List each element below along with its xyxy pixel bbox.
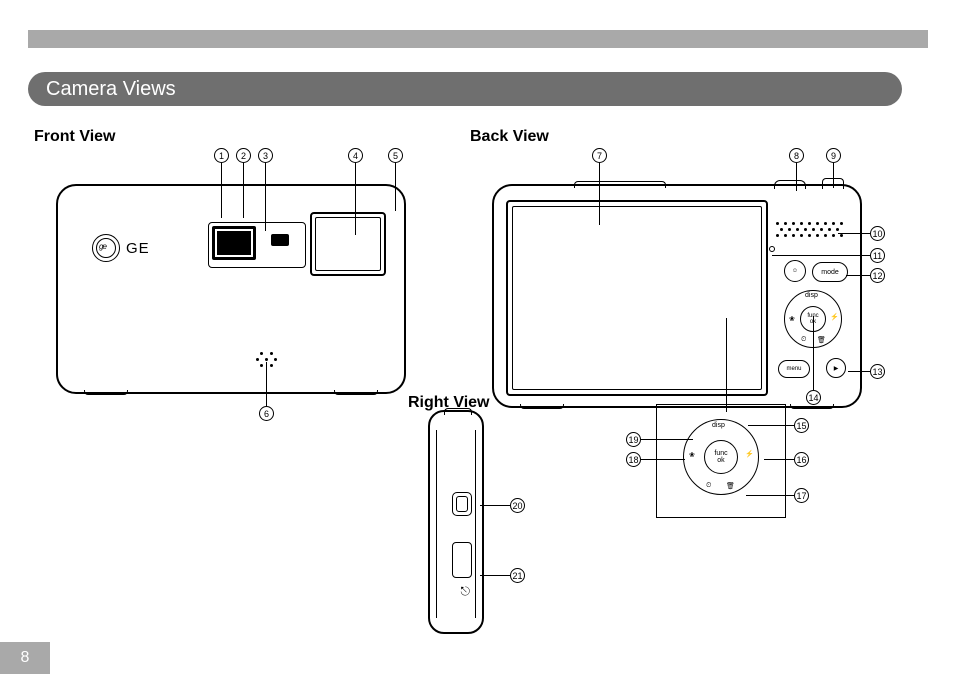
foot-left xyxy=(84,390,128,395)
flash-icon: ⚡ xyxy=(830,313,839,321)
callout-7: 7 xyxy=(592,148,607,225)
callout-16: 16 xyxy=(764,452,809,467)
callout-15: 15 xyxy=(748,418,809,433)
macro-icon: ❀ xyxy=(789,315,795,323)
disp-label-d: disp xyxy=(712,422,725,429)
disp-label: disp xyxy=(805,292,818,299)
face-detect-button: ☺ xyxy=(784,260,806,282)
top-ridge xyxy=(574,181,666,188)
page-number: 8 xyxy=(0,642,50,674)
callout-11: 11 xyxy=(772,248,885,263)
callout-20: 20 xyxy=(480,498,525,513)
port-cover xyxy=(452,542,472,578)
brand-text: GE xyxy=(126,240,150,257)
callout-6: 6 xyxy=(259,362,274,421)
foot-right xyxy=(334,390,378,395)
callout-21: 21 xyxy=(480,568,525,583)
flash-window xyxy=(212,226,256,260)
delete-icon-d: 🗑 xyxy=(726,482,735,490)
face-icon: ☺ xyxy=(792,268,798,274)
menu-label: menu xyxy=(786,366,801,372)
callout-17: 17 xyxy=(746,488,809,503)
back-view-diagram: ☺ mode func ok disp ⚡ ❀ ⏲ 🗑 menu ▶ xyxy=(468,148,898,428)
playback-icon: ▶ xyxy=(834,365,839,372)
speaker-grille xyxy=(776,222,846,248)
header-divider xyxy=(28,30,928,48)
camera-right-body: ⎋ xyxy=(428,410,484,634)
timer-icon-d: ⏲ xyxy=(706,482,711,490)
callout-4: 4 xyxy=(348,148,363,235)
back-view-heading: Back View xyxy=(470,128,549,146)
callout-1: 1 xyxy=(214,148,229,218)
flash-icon-d: ⚡ xyxy=(745,450,754,458)
strap-eyelet xyxy=(452,492,472,516)
nav-detail-diagram: func ok disp ⚡ ❀ ⏲ 🗑 15 16 17 18 xyxy=(638,404,838,534)
detail-leader xyxy=(726,318,727,412)
callout-8: 8 xyxy=(789,148,804,191)
callout-18: 18 xyxy=(626,452,685,467)
callout-9: 9 xyxy=(826,148,841,188)
macro-icon-d: ❀ xyxy=(689,451,695,459)
foot-left-b xyxy=(520,404,564,409)
callout-3: 3 xyxy=(258,148,273,231)
ge-logo: ge GE xyxy=(92,234,150,262)
usb-icon: ⎋ xyxy=(461,584,471,599)
playback-button: ▶ xyxy=(826,358,846,378)
right-view-diagram: ⎋ 20 21 xyxy=(408,410,568,650)
callout-5: 5 xyxy=(388,148,403,211)
front-view-heading: Front View xyxy=(34,128,116,146)
section-title: Camera Views xyxy=(28,72,902,106)
mode-button: mode xyxy=(812,262,848,282)
front-view-diagram: ge GE xyxy=(38,148,418,428)
callout-2: 2 xyxy=(236,148,251,218)
af-assist-window xyxy=(271,234,289,246)
mode-label: mode xyxy=(821,269,839,276)
func-ok-detail: func ok xyxy=(704,440,738,474)
callout-14: 14 xyxy=(806,316,821,405)
callout-13: 13 xyxy=(848,364,885,379)
manual-page: Camera Views Front View Back View Right … xyxy=(28,0,928,694)
callout-12: 12 xyxy=(846,268,885,283)
callout-19: 19 xyxy=(626,432,693,447)
flash-assembly xyxy=(208,222,306,268)
lcd-screen xyxy=(506,200,768,396)
callout-10: 10 xyxy=(838,226,885,241)
